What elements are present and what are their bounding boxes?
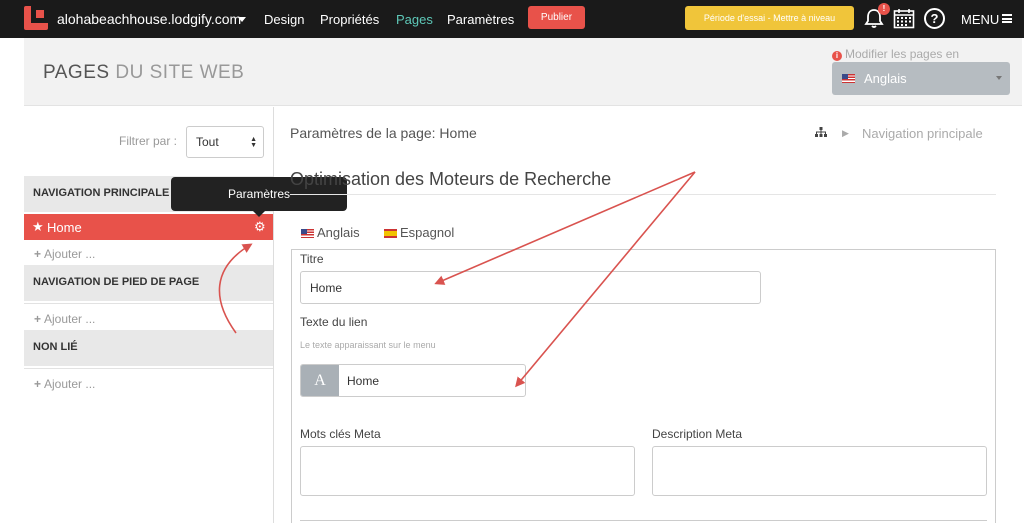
link-text-input[interactable]: A Home	[300, 364, 526, 397]
meta-description-input[interactable]	[652, 446, 987, 496]
hamburger-icon[interactable]	[1002, 14, 1012, 23]
chevron-down-icon	[996, 76, 1002, 80]
lodgify-logo[interactable]	[24, 6, 48, 30]
section-footer-navigation: NAVIGATION DE PIED DE PAGE	[24, 265, 273, 301]
meta-description-label: Description Meta	[652, 427, 743, 441]
publish-button[interactable]: Publier	[528, 6, 585, 29]
meta-keywords-input[interactable]	[300, 446, 635, 496]
add-page-footer-navigation[interactable]: + Ajouter ...	[34, 312, 95, 326]
spain-flag-icon	[384, 229, 397, 238]
tab-spanish[interactable]: Espagnol	[384, 225, 454, 240]
page-item-home[interactable]: ★ Home ⚙	[24, 214, 273, 240]
site-name[interactable]: alohabeachhouse.lodgify.com	[57, 11, 241, 27]
page-settings-title: Paramètres de la page: Home	[290, 125, 477, 141]
page-title: PAGES DU SITE WEB	[43, 62, 245, 83]
tab-english[interactable]: Anglais	[301, 225, 360, 240]
font-icon: A	[301, 365, 339, 396]
notification-badge: !	[878, 3, 890, 15]
breadcrumb-arrow-icon: ▶	[842, 128, 849, 138]
chevron-down-icon[interactable]	[238, 17, 246, 22]
nav-design[interactable]: Design	[264, 12, 304, 27]
add-page-unlinked[interactable]: + Ajouter ...	[34, 377, 95, 391]
info-icon: i	[832, 51, 842, 61]
section-unlinked: NON LIÉ	[24, 330, 273, 366]
add-page-main-navigation[interactable]: + Ajouter ...	[34, 247, 95, 261]
seo-section-title: Optimisation des Moteurs de Recherche	[290, 169, 612, 189]
meta-keywords-label: Mots clés Meta	[300, 427, 381, 441]
top-navigation-bar: alohabeachhouse.lodgify.com Design Propr…	[0, 0, 1024, 38]
calendar-icon[interactable]	[893, 8, 915, 29]
help-icon[interactable]: ?	[924, 8, 945, 29]
link-text-label: Texte du lien	[300, 315, 368, 329]
us-flag-icon	[842, 74, 855, 83]
gear-icon[interactable]: ⚙	[254, 219, 266, 235]
link-text-hint: Le texte apparaissant sur le menu	[300, 340, 436, 350]
star-icon: ★	[32, 219, 44, 234]
breadcrumb[interactable]: Navigation principale	[862, 126, 983, 141]
title-input[interactable]	[300, 271, 761, 304]
filter-label: Filtrer par :	[119, 134, 178, 148]
nav-settings[interactable]: Paramètres	[447, 12, 514, 27]
language-select[interactable]: Anglais	[832, 62, 1010, 95]
nav-properties[interactable]: Propriétés	[320, 12, 379, 27]
filter-select[interactable]: Tout ▲ ▼	[186, 126, 264, 158]
sitemap-icon	[815, 127, 827, 137]
modify-language-label: i Modifier les pages en	[832, 47, 959, 61]
trial-upgrade-button[interactable]: Période d'essai - Mettre à niveau	[685, 6, 854, 30]
menu-button[interactable]: MENU	[961, 12, 999, 27]
title-label: Titre	[300, 252, 324, 266]
us-flag-icon	[301, 229, 314, 238]
nav-pages[interactable]: Pages	[396, 12, 433, 27]
up-down-arrows-icon: ▲ ▼	[250, 136, 257, 149]
